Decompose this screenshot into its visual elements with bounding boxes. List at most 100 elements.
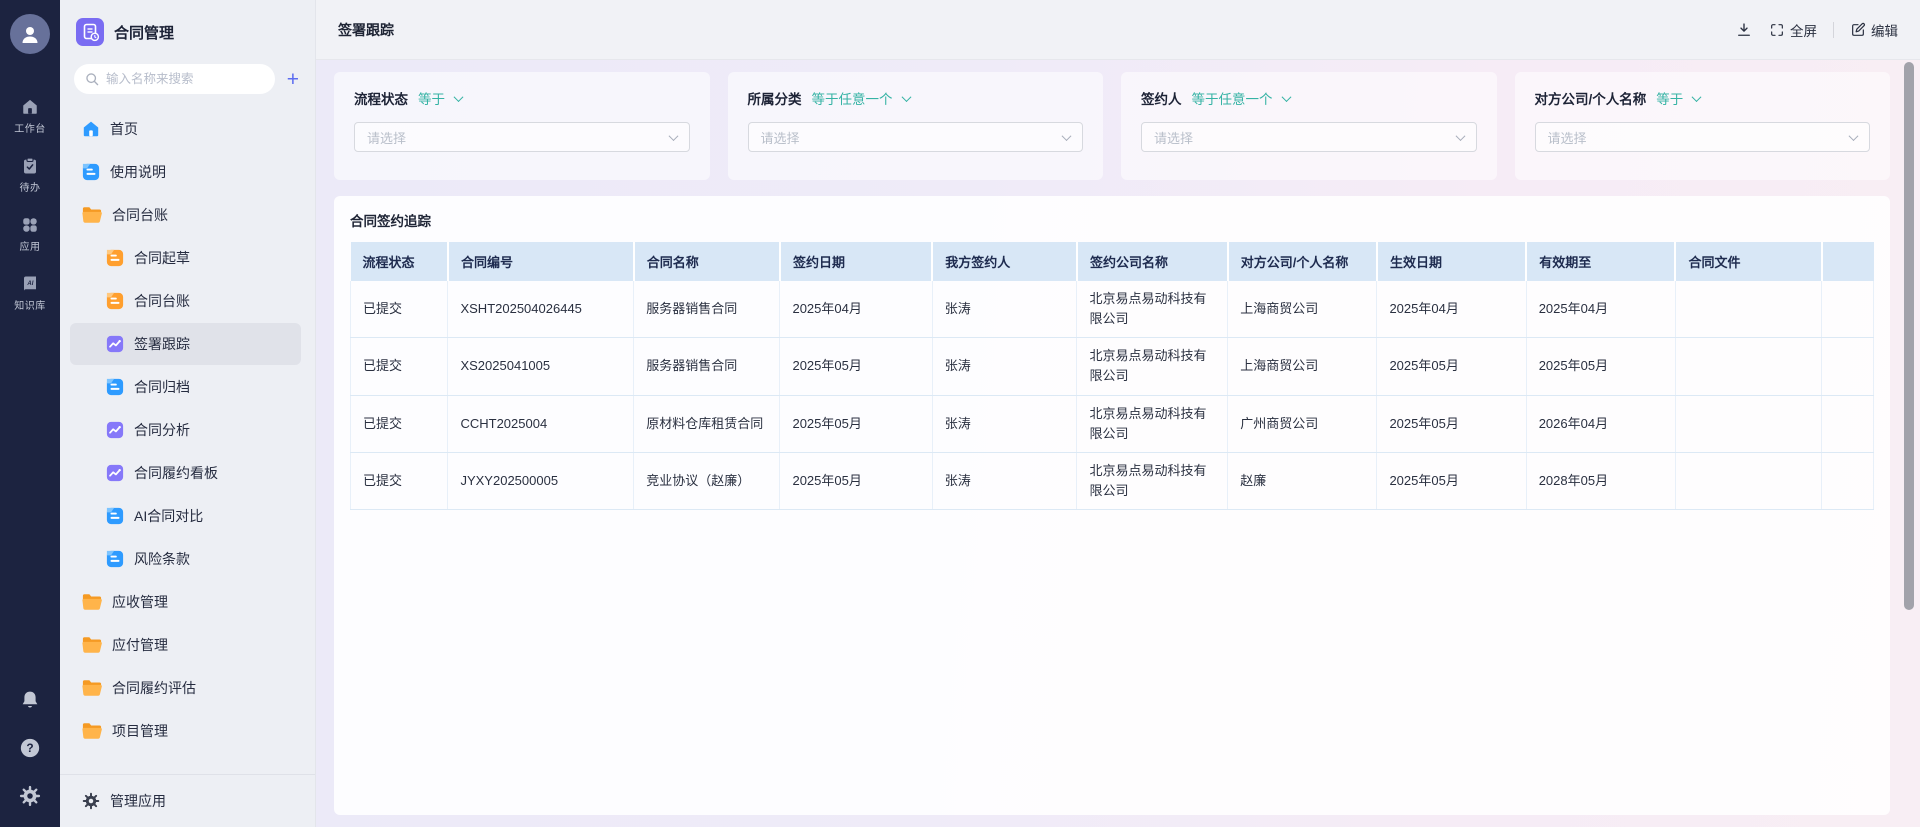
download-icon[interactable]	[1735, 21, 1753, 39]
chevron-down-icon[interactable]	[1692, 92, 1702, 102]
cell-extra	[1822, 452, 1874, 509]
rail-item-apps[interactable]: 应用	[20, 216, 41, 253]
category-select[interactable]: 请选择	[748, 122, 1084, 152]
avatar[interactable]	[10, 14, 50, 54]
sidebar-item-risk-clauses[interactable]: 风险条款	[70, 538, 301, 580]
cell-company: 北京易点易动科技有限公司	[1077, 338, 1228, 395]
sidebar-item-contract-archive[interactable]: 合同归档	[70, 366, 301, 408]
knowledge-ai-book-icon: AI	[21, 275, 39, 293]
app-title: 合同管理	[114, 22, 174, 43]
cell-status: 已提交	[351, 338, 448, 395]
rail-item-label: 应用	[20, 238, 41, 253]
sidebar-item-home[interactable]: 首页	[70, 108, 301, 150]
col-header: 有效期至	[1526, 242, 1675, 281]
cell-counterparty: 广州商贸公司	[1228, 395, 1377, 452]
cell-valid-until: 2028年05月	[1526, 452, 1675, 509]
cell-file	[1675, 281, 1821, 338]
filter-operator[interactable]: 等于任意一个	[812, 88, 893, 108]
cell-sign-date: 2025年05月	[780, 452, 932, 509]
signer-select[interactable]: 请选择	[1141, 122, 1477, 152]
sidebar-item-contract-ledger-group[interactable]: 合同台账	[70, 194, 301, 236]
sidebar-item-usage-guide[interactable]: 使用说明	[70, 151, 301, 193]
doc-icon	[106, 249, 124, 267]
settings-gear-icon[interactable]	[19, 785, 41, 807]
sidebar-item-contract-ledger[interactable]: 合同台账	[70, 280, 301, 322]
search-input[interactable]	[106, 72, 265, 86]
chevron-down-icon	[1062, 131, 1072, 141]
cell-our-signer: 张涛	[932, 281, 1077, 338]
gear-icon	[82, 792, 100, 810]
cell-contract-no: XSHT202504026445	[448, 281, 634, 338]
sidebar-item-contract-analysis[interactable]: 合同分析	[70, 409, 301, 451]
app-root: 工作台 待办 应用 AI 知识库 ? 合同管理	[0, 0, 1920, 827]
chevron-down-icon[interactable]	[454, 92, 464, 102]
rail-item-workbench[interactable]: 工作台	[14, 98, 46, 135]
divider	[1833, 22, 1834, 38]
contract-tracking-table: 流程状态 合同编号 合同名称 签约日期 我方签约人 签约公司名称 对方公司/个人…	[350, 242, 1874, 510]
table-row[interactable]: 已提交 CCHT2025004 原材料仓库租赁合同 2025年05月 张涛 北京…	[351, 395, 1874, 452]
bell-icon[interactable]	[19, 689, 41, 711]
contract-app-icon	[76, 18, 104, 46]
table-row[interactable]: 已提交 XSHT202504026445 服务器销售合同 2025年04月 张涛…	[351, 281, 1874, 338]
process-status-select[interactable]: 请选择	[354, 122, 690, 152]
folder-icon	[82, 679, 102, 697]
add-button[interactable]: +	[285, 69, 301, 90]
sidebar-item-manage-apps[interactable]: 管理应用	[70, 781, 301, 821]
edit-icon	[1850, 22, 1866, 38]
sidebar-item-project-management[interactable]: 项目管理	[70, 710, 301, 752]
rail-item-todo[interactable]: 待办	[20, 157, 41, 194]
cell-effective-date: 2025年05月	[1377, 452, 1526, 509]
vertical-scrollbar[interactable]	[1904, 62, 1914, 610]
sidebar-item-ai-contract-compare[interactable]: AI合同对比	[70, 495, 301, 537]
sidebar-item-performance-board[interactable]: 合同履约看板	[70, 452, 301, 494]
table-row[interactable]: 已提交 XS2025041005 服务器销售合同 2025年05月 张涛 北京易…	[351, 338, 1874, 395]
col-header: 生效日期	[1377, 242, 1526, 281]
filter-card-process-status: 流程状态 等于 请选择	[334, 72, 710, 180]
main-area: 签署跟踪 全屏 编辑 流程状态 等于	[316, 0, 1920, 827]
chart-icon	[106, 335, 124, 353]
main-header: 签署跟踪 全屏 编辑	[316, 0, 1920, 60]
fullscreen-button[interactable]: 全屏	[1769, 20, 1817, 40]
apps-grid-icon	[21, 216, 39, 234]
col-header: 流程状态	[351, 242, 448, 281]
filter-operator[interactable]: 等于	[418, 88, 445, 108]
search-input-wrap	[74, 64, 275, 94]
svg-text:?: ?	[26, 741, 33, 755]
col-header: 合同文件	[1675, 242, 1821, 281]
sidebar-item-performance-evaluation[interactable]: 合同履约评估	[70, 667, 301, 709]
filter-operator[interactable]: 等于	[1656, 88, 1683, 108]
edit-button[interactable]: 编辑	[1850, 20, 1898, 40]
cell-sign-date: 2025年05月	[780, 395, 932, 452]
sidebar-header: 合同管理	[60, 0, 315, 50]
counterparty-select[interactable]: 请选择	[1535, 122, 1871, 152]
edit-label: 编辑	[1871, 20, 1898, 40]
chevron-down-icon[interactable]	[1281, 92, 1291, 102]
cell-company: 北京易点易动科技有限公司	[1077, 281, 1228, 338]
folder-icon	[82, 722, 102, 740]
user-icon	[18, 22, 42, 46]
chevron-down-icon	[668, 131, 678, 141]
chevron-down-icon[interactable]	[901, 92, 911, 102]
filter-operator[interactable]: 等于任意一个	[1192, 88, 1273, 108]
doc-icon	[106, 507, 124, 525]
cell-valid-until: 2025年05月	[1526, 338, 1675, 395]
sidebar-item-signing-tracking[interactable]: 签署跟踪	[70, 323, 301, 365]
todo-clipboard-icon	[21, 157, 39, 175]
sidebar-item-payables[interactable]: 应付管理	[70, 624, 301, 666]
sidebar-item-receivables[interactable]: 应收管理	[70, 581, 301, 623]
cell-file	[1675, 452, 1821, 509]
doc-icon	[82, 163, 100, 181]
cell-file	[1675, 338, 1821, 395]
chart-icon	[106, 464, 124, 482]
cell-company: 北京易点易动科技有限公司	[1077, 452, 1228, 509]
rail-item-label: 待办	[20, 179, 41, 194]
rail-item-knowledge[interactable]: AI 知识库	[14, 275, 46, 312]
cell-contract-name: 原材料仓库租赁合同	[634, 395, 780, 452]
filter-row: 流程状态 等于 请选择 所属分类 等于任意一个	[334, 72, 1890, 180]
col-header	[1822, 242, 1874, 281]
help-icon[interactable]: ?	[19, 737, 41, 759]
sidebar-item-contract-draft[interactable]: 合同起草	[70, 237, 301, 279]
rail-nav: 工作台 待办 应用 AI 知识库	[14, 98, 46, 312]
table-row[interactable]: 已提交 JYXY202500005 竞业协议（赵廉） 2025年05月 张涛 北…	[351, 452, 1874, 509]
rail-bottom: ?	[19, 689, 41, 827]
